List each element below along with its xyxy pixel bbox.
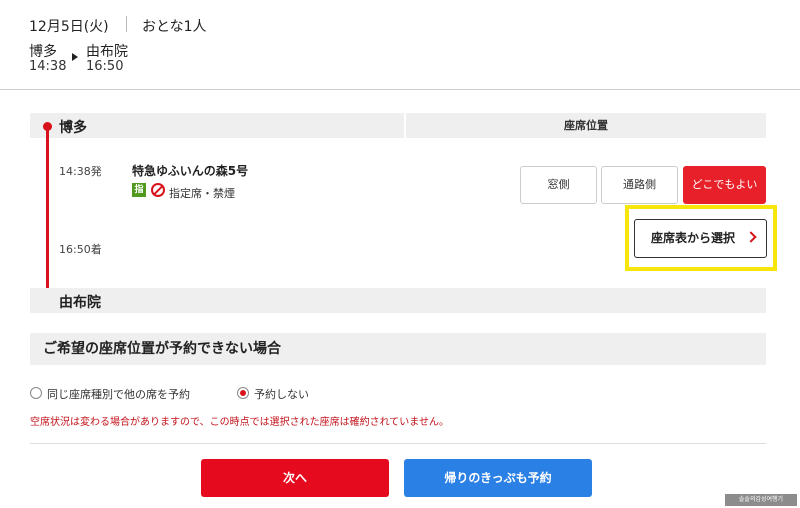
header-divider (126, 16, 127, 32)
depart-time: 14:38発 (59, 165, 102, 178)
to-station: 由布院 (86, 44, 128, 60)
route-line (46, 127, 49, 301)
to-time: 16:50 (86, 59, 124, 74)
divider (30, 443, 766, 444)
fallback-section-title: ご希望の座席位置が予約できない場合 (30, 333, 766, 365)
reserved-seat-icon: 指 (132, 183, 146, 197)
seat-aisle-button[interactable]: 通路側 (601, 166, 678, 204)
radio-do-not-reserve-label[interactable]: 予約しない (254, 386, 309, 402)
destination-bar (30, 288, 766, 313)
watermark: 솔솔의감성여행기 (725, 494, 797, 506)
availability-notice: 空席状況は変わる場合がありますので、この時点では選択された座席は確約されていませ… (30, 417, 449, 428)
next-button[interactable]: 次へ (201, 459, 389, 497)
trip-summary-header: 12月5日(火) おとな1人 博多 14:38 由布院 16:50 (0, 0, 800, 90)
radio-do-not-reserve[interactable] (237, 387, 249, 399)
from-station: 博多 (29, 44, 57, 60)
from-time: 14:38 (29, 59, 67, 74)
passenger-count: おとな1人 (142, 19, 207, 35)
seat-type: 指定席・禁煙 (169, 187, 235, 200)
radio-other-seat[interactable] (30, 387, 42, 399)
arrow-right-icon (72, 53, 78, 61)
chevron-right-icon (745, 231, 757, 243)
return-trip-button[interactable]: 帰りのきっぷも予約 (404, 459, 592, 497)
no-smoking-icon (151, 183, 165, 197)
seat-any-button[interactable]: どこでもよい (683, 166, 766, 204)
train-name: 特急ゆふいんの森5号 (132, 164, 249, 178)
destination-station: 由布院 (59, 295, 101, 311)
arrive-time: 16:50着 (59, 243, 102, 256)
seat-chart-label: 座席表から選択 (651, 231, 736, 245)
radio-other-seat-label[interactable]: 同じ座席種別で他の席を予約 (47, 386, 190, 402)
origin-station: 博多 (59, 120, 87, 136)
seat-position-header: 座席位置 (406, 113, 766, 138)
origin-dot-icon (43, 122, 52, 131)
seat-chart-button[interactable]: 座席表から選択 (634, 219, 767, 258)
seat-window-button[interactable]: 窓側 (520, 166, 597, 204)
travel-date: 12月5日(火) (29, 19, 109, 35)
